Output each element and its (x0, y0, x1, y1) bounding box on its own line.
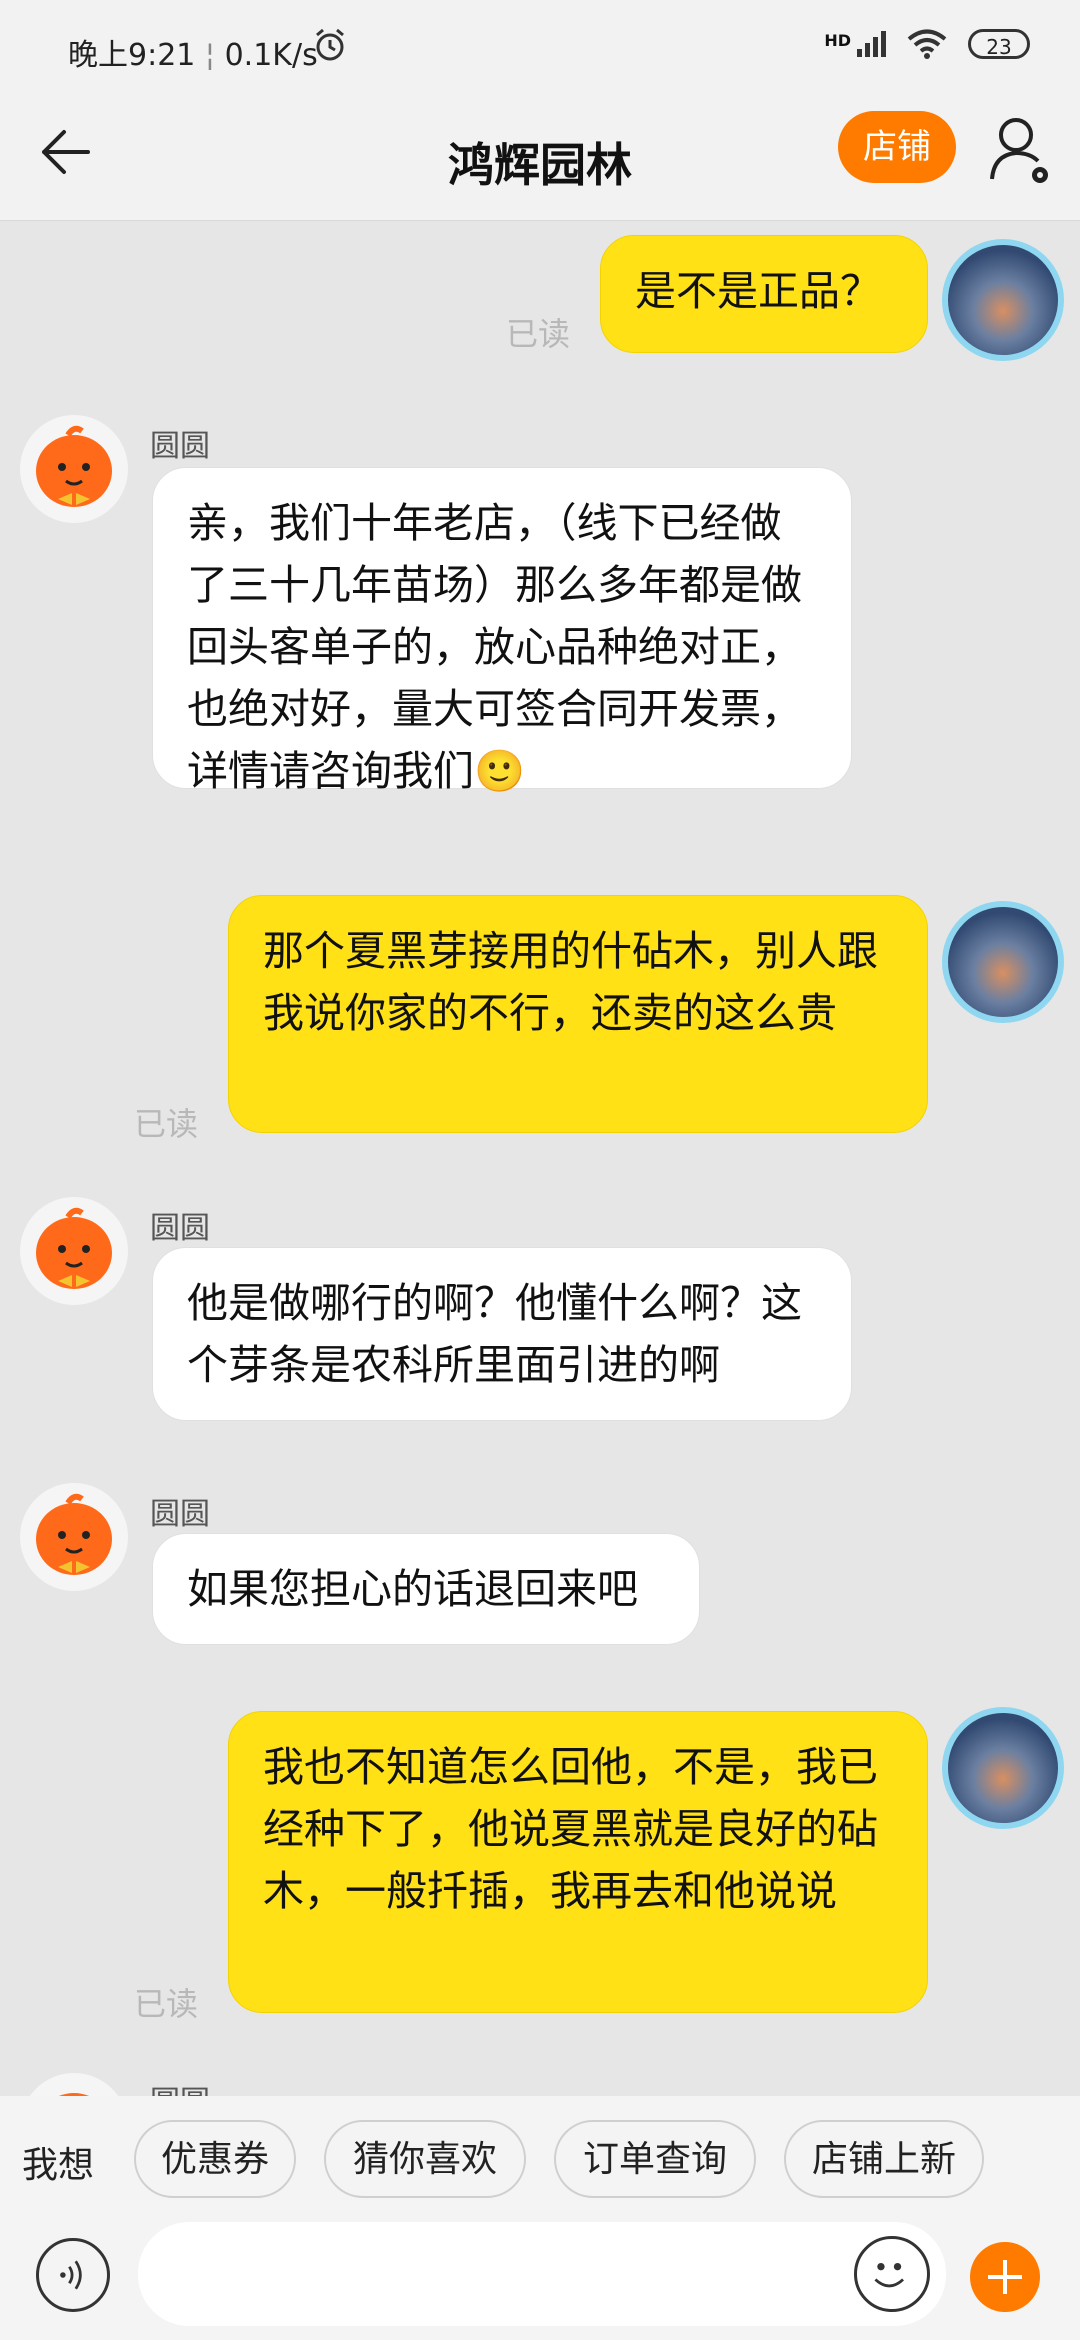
chat-header: 鸿辉园林 店铺 (0, 95, 1080, 221)
shop-avatar[interactable] (20, 1483, 128, 1591)
quick-actions-bar: 我想 优惠券 猜你喜欢 订单查询 店铺上新 (0, 2096, 1080, 2208)
message-bubble-outgoing[interactable]: 我也不知道怎么回他，不是，我已经种下了，他说夏黑就是良好的砧木，一般扦插，我再去… (228, 1711, 928, 2013)
clock-time: 晚上9:21 (68, 38, 196, 73)
alarm-icon (316, 28, 344, 61)
message-bubble-incoming[interactable]: 如果您担心的话退回来吧 (152, 1533, 700, 1645)
message-input[interactable] (138, 2222, 946, 2326)
chip-new-arrivals[interactable]: 店铺上新 (784, 2120, 984, 2198)
signal-icon: HD (824, 31, 886, 57)
status-icons: HD 23 (824, 28, 1030, 60)
plus-icon[interactable] (970, 2242, 1040, 2312)
my-avatar[interactable] (942, 1707, 1064, 1829)
battery-indicator: 23 (968, 29, 1030, 59)
chip-coupons[interactable]: 优惠券 (134, 2120, 296, 2198)
sender-name: 圆圆 (150, 1497, 210, 1532)
read-receipt: 已读 (134, 1105, 199, 1143)
shop-avatar[interactable] (20, 1197, 128, 1305)
my-avatar[interactable] (942, 239, 1064, 361)
read-receipt: 已读 (134, 1985, 199, 2023)
sender-name: 圆圆 (150, 429, 210, 464)
message-bubble-incoming[interactable]: 他是做哪行的啊？他懂什么啊？这个芽条是农科所里面引进的啊 (152, 1247, 852, 1421)
message-list[interactable]: 是不是正品？ 已读 圆圆 亲，我们十年老店，（线下已经做了三十几年苗场）那么多年… (0, 221, 1080, 2096)
shop-avatar[interactable] (20, 415, 128, 523)
chip-recommendations[interactable]: 猜你喜欢 (324, 2120, 526, 2198)
message-bubble-outgoing[interactable]: 是不是正品？ (600, 235, 928, 353)
wifi-icon (907, 29, 947, 59)
voice-icon[interactable] (36, 2238, 110, 2312)
status-bar: 晚上9:21 ¦ 0.1K/s HD 23 (0, 0, 1080, 95)
read-receipt: 已读 (506, 315, 571, 353)
status-time: 晚上9:21 ¦ 0.1K/s (68, 38, 318, 73)
chip-order-query[interactable]: 订单查询 (554, 2120, 756, 2198)
input-bar (0, 2208, 1080, 2340)
shop-button[interactable]: 店铺 (838, 111, 956, 183)
message-bubble-incoming[interactable]: 亲，我们十年老店，（线下已经做了三十几年苗场）那么多年都是做回头客单子的，放心品… (152, 467, 852, 795)
network-type: HD (824, 31, 851, 50)
sender-name: 圆圆 (150, 2077, 210, 2096)
message-bubble-outgoing[interactable]: 那个夏黑芽接用的什砧木，别人跟我说你家的不行，还卖的这么贵 (228, 895, 928, 1133)
sender-name: 圆圆 (150, 1211, 210, 1246)
my-avatar[interactable] (942, 901, 1064, 1023)
shop-avatar[interactable] (20, 2073, 128, 2096)
user-settings-icon[interactable] (988, 109, 1054, 189)
quick-actions-label: 我想 (22, 2145, 95, 2186)
network-speed: 0.1K/s (224, 38, 318, 73)
emoji-icon[interactable] (854, 2236, 930, 2312)
